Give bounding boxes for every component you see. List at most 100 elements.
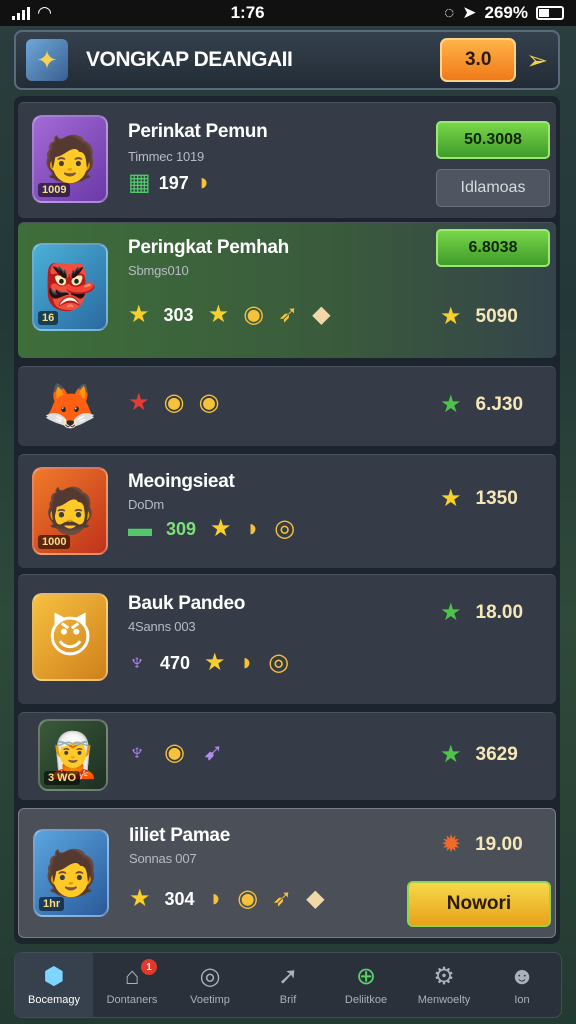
player-subtitle: 4Sanns 003	[128, 619, 196, 634]
purple-hero-avatar[interactable]: 🧑 1009	[32, 115, 108, 203]
medal-icon: ◉	[198, 389, 220, 416]
nav-item-menwoelty[interactable]: ⚙ Menwoelty	[405, 953, 483, 1017]
plus-circle-icon: ⊕	[355, 962, 377, 990]
page-title: VONGKAP DEANGAII	[86, 48, 293, 71]
nav-item-ion[interactable]: ☻ Ion	[483, 953, 561, 1017]
nav-item-brif[interactable]: ➚ Brif	[249, 953, 327, 1017]
stat-value: 304	[164, 888, 195, 909]
dungeon-icon: ⌂	[124, 962, 140, 990]
settings-icon: ⚙	[433, 962, 455, 990]
player-subtitle: Sbmgs010	[128, 263, 189, 278]
player-name: Perinkat Pemun	[128, 121, 268, 142]
secondary-button[interactable]: Idlamoas	[436, 169, 550, 207]
status-time: 1:76	[230, 3, 265, 22]
fire-warrior-avatar[interactable]: 🧔 1000	[32, 467, 108, 555]
cube-icon: ⬢	[43, 962, 65, 990]
list-item[interactable]: 👺 16 Peringkat Pemhah Sbmgs010 ★ 303 ★ ◉ …	[18, 222, 556, 358]
list-item[interactable]: 🧝 3 WO ♆ ◉ ➹ ★ 3629	[18, 712, 556, 800]
star-icon: ★	[440, 485, 462, 512]
stat-value: 309	[166, 518, 197, 539]
player-name: Meoingsieat	[128, 471, 235, 492]
cash-icon: ▬	[128, 515, 152, 542]
potion-icon: ♆	[128, 649, 146, 676]
leaderboard-list: 🧑 1009 Perinkat Pemun Timmec 1019 ▦ 197 ◗…	[14, 96, 560, 944]
notification-badge: 1	[141, 959, 157, 975]
location-icon: ➤	[462, 3, 477, 22]
player-subtitle: DoDm	[128, 497, 165, 512]
stat-value: 470	[160, 652, 191, 673]
score-value: 6.J30	[475, 394, 524, 415]
shadow-rogue-avatar[interactable]: 🧝 3 WO	[38, 719, 108, 791]
wand-icon: ➹	[202, 739, 224, 766]
medal-icon: ◉	[164, 739, 185, 766]
action-button[interactable]: Nowori	[407, 881, 551, 927]
green-star-icon: ★	[440, 391, 462, 418]
stat-value: 303	[163, 304, 194, 325]
shield-emblem-icon[interactable]: ✦	[26, 39, 68, 81]
top-header: ✦ VONGKAP DEANGAII 3.0 ➢	[14, 30, 560, 90]
player-name: Iiliet Pamae	[129, 825, 230, 846]
battery-icon	[535, 6, 564, 20]
nav-item-bocemagy[interactable]: ⬢ Bocemagy	[15, 953, 93, 1017]
flame-icon: ✹	[441, 831, 462, 858]
gold-pouch-icon: ◗	[245, 515, 261, 542]
coin-stack-icon: ◎	[268, 649, 290, 676]
star-icon: ★	[128, 301, 150, 328]
star-icon: ★	[210, 515, 232, 542]
nav-label: Ion	[514, 993, 530, 1006]
list-item[interactable]: 🧑 1009 Perinkat Pemun Timmec 1019 ▦ 197 ◗…	[18, 102, 556, 218]
green-star-icon: ★	[440, 741, 462, 768]
carrot-icon: ➶	[272, 885, 293, 912]
nav-item-voetimp[interactable]: ◎ Voetimp	[171, 953, 249, 1017]
paper-plane-icon[interactable]: ➢	[526, 45, 548, 76]
player-name: Peringkat Pemhah	[128, 237, 289, 258]
star-icon: ★	[204, 649, 226, 676]
player-subtitle: Timmec 1019	[128, 149, 205, 164]
sync-icon: ◌	[444, 3, 455, 22]
score-value: 1350	[475, 488, 518, 509]
list-item[interactable]: 🧑 1hr Iiliet Pamae Sonnas 007 ★ 304 ◗ ◉ ➶…	[18, 808, 556, 938]
battery-percent: 269%	[484, 3, 528, 22]
star-icon: ★	[129, 885, 151, 912]
medal-icon: ◉	[163, 389, 185, 416]
wifi-icon: ◠	[38, 3, 52, 22]
score-value: 3629	[475, 744, 518, 765]
fox-creature-avatar[interactable]: 🦊	[40, 371, 100, 441]
crystal-icon: ◆	[312, 301, 331, 328]
score-value: 18.00	[475, 602, 524, 623]
horned-hero-avatar[interactable]: 🧑 1hr	[33, 829, 109, 917]
status-bar: ◠ 1:76 ◌ ➤ 269%	[0, 0, 576, 26]
player-name: Bauk Pandeo	[128, 593, 246, 614]
score-value: 5090	[475, 306, 518, 327]
wing-icon: ➚	[277, 962, 299, 990]
crystal-icon: ◆	[306, 885, 325, 912]
bottom-nav: ⬢ Bocemagy 1 ⌂ Dontaners ◎ Voetimp ➚ Bri…	[14, 952, 562, 1018]
score-value: 19.00	[475, 834, 523, 855]
coin-icon: ◉	[237, 885, 259, 912]
gold-pouch-icon: ◗	[208, 885, 224, 912]
player-subtitle: Sonnas 007	[129, 851, 197, 866]
list-item[interactable]: 🦊 ★ ◉ ◉ ★ 6.J30	[18, 366, 556, 446]
green-goblin-avatar[interactable]: 👺 16	[32, 243, 108, 331]
nav-label: Deliitkoe	[344, 993, 388, 1006]
horned-jester-avatar[interactable]: 😈	[32, 593, 108, 681]
red-star-icon: ★	[128, 389, 150, 416]
star-icon: ★	[207, 301, 230, 328]
list-item[interactable]: 🧔 1000 Meoingsieat DoDm ▬ 309 ★ ◗ ◎ ★ 135…	[18, 454, 556, 568]
signal-icon	[12, 6, 30, 20]
reward-button[interactable]: 50.3008	[436, 121, 550, 159]
nav-label: Menwoelty	[417, 993, 471, 1006]
target-icon: ◎	[199, 962, 221, 990]
carrot-icon: ➶	[278, 301, 299, 328]
nav-label: Bocemagy	[28, 993, 80, 1006]
reward-button[interactable]: 6.8038	[436, 229, 550, 267]
nav-label: Voetimp	[190, 993, 230, 1006]
nav-item-dontaners[interactable]: 1 ⌂ Dontaners	[93, 953, 171, 1017]
green-star-icon: ★	[440, 599, 462, 626]
nav-item-deliitkoe[interactable]: ⊕ Deliitkoe	[327, 953, 405, 1017]
gold-pouch-icon: ◗	[196, 169, 212, 196]
person-icon: ☻	[509, 962, 535, 990]
list-item[interactable]: 😈 Bauk Pandeo 4Sanns 003 ♆ 470 ★ ◗ ◎ ★ 1…	[18, 574, 556, 704]
currency-button[interactable]: 3.0	[440, 38, 517, 82]
nav-label: Dontaners	[106, 993, 158, 1006]
